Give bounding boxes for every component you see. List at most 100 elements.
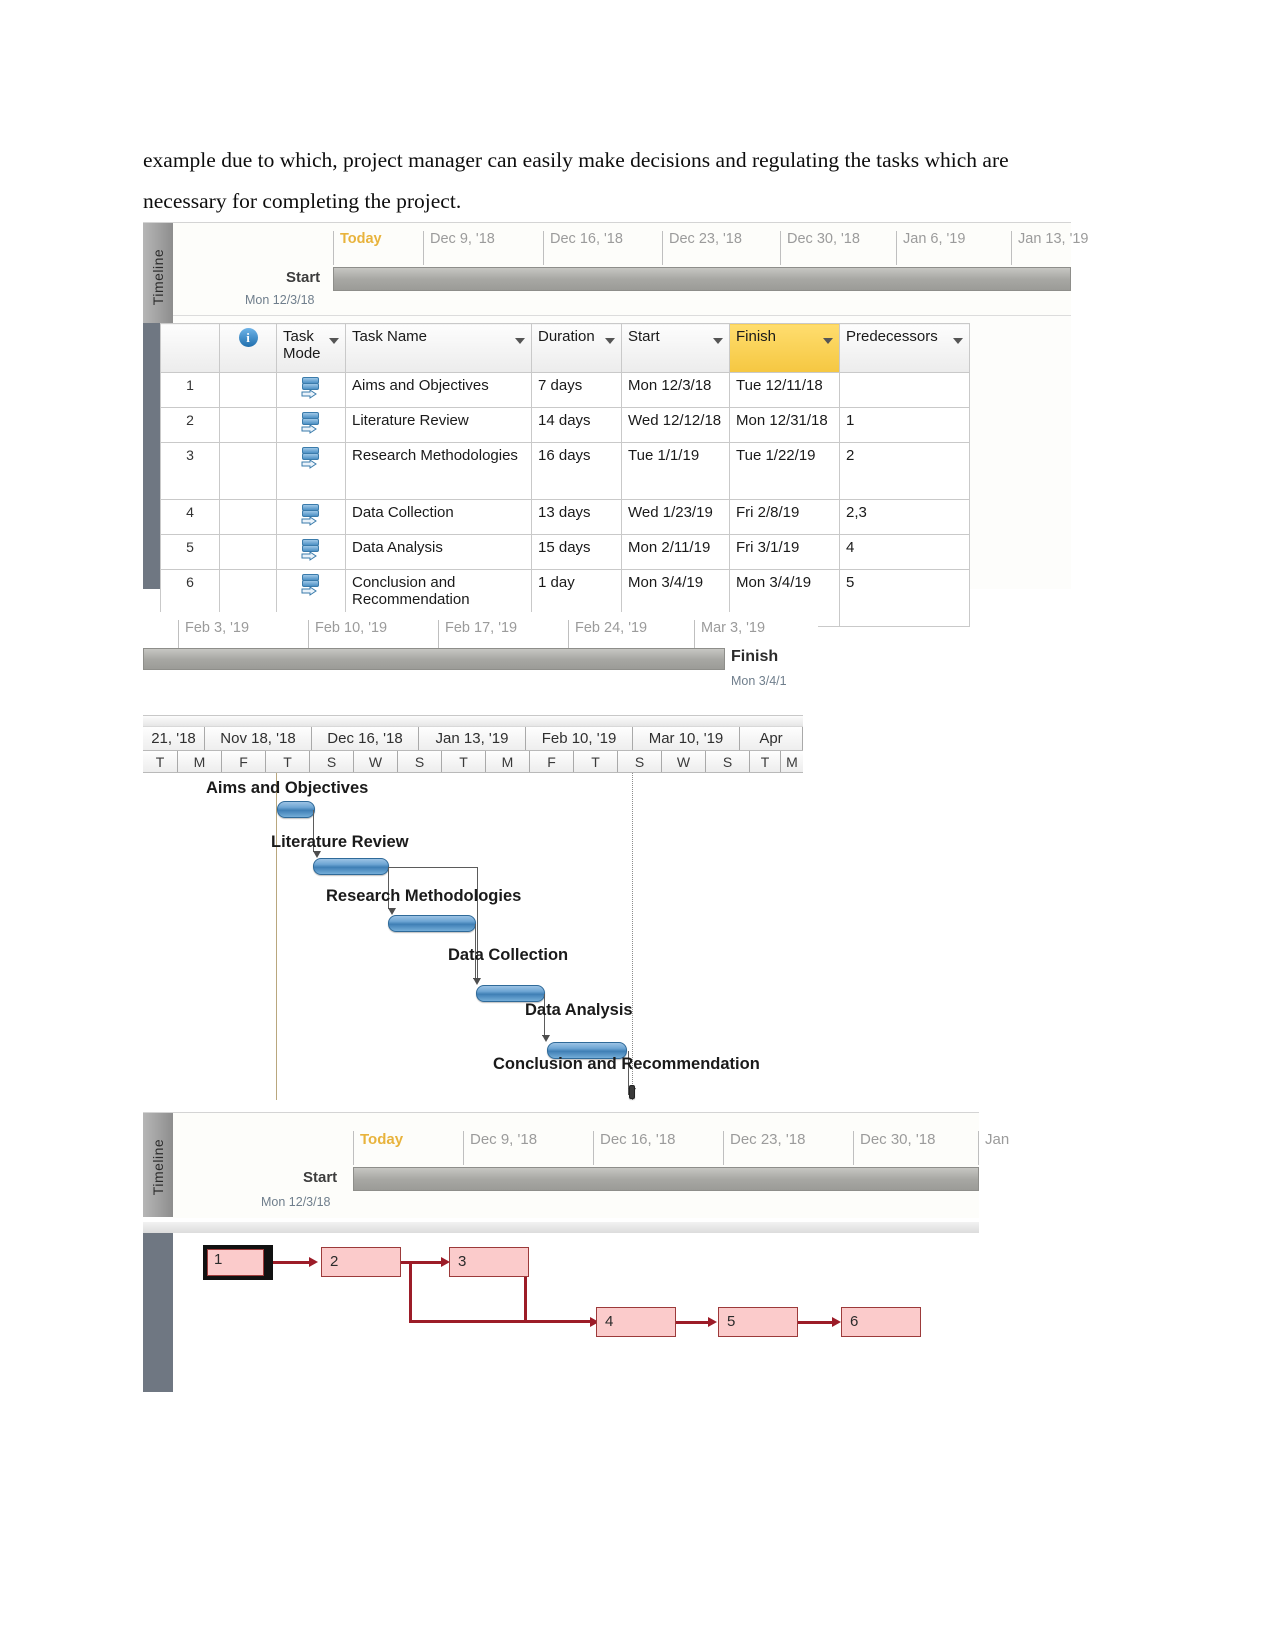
network-diagram-screenshot: 1 2 3 4 5 6: [143, 1222, 979, 1392]
timeline-strip-1: Today Dec 9, '18 Dec 16, '18 Dec 23, '18…: [173, 223, 1089, 316]
finish-cell[interactable]: Fri 2/8/19: [729, 499, 840, 535]
start-header-label: Start: [628, 328, 660, 345]
gantt-bar[interactable]: [313, 858, 389, 875]
task-mode-header[interactable]: Task Mode: [276, 323, 346, 373]
timeline-tick-today: Today: [333, 231, 382, 265]
task-name-cell[interactable]: Aims and Objectives: [345, 372, 532, 408]
network-node[interactable]: 3: [449, 1247, 529, 1277]
timeline-tick: Jan 6, '19: [896, 231, 965, 265]
gantt-bar[interactable]: [277, 801, 315, 818]
duration-header[interactable]: Duration: [531, 323, 622, 373]
start-cell[interactable]: Mon 2/11/19: [621, 534, 730, 570]
gantt-today-line: [276, 773, 277, 1100]
row-id: 4: [160, 499, 220, 535]
table-row[interactable]: 1 Aims and Objectives 7 days Mon 12/3/18…: [160, 372, 970, 408]
task-name-header[interactable]: Task Name: [345, 323, 532, 373]
task-name-cell[interactable]: Research Methodologies: [345, 442, 532, 500]
duration-cell[interactable]: 13 days: [531, 499, 622, 535]
gantt-month-tick: Jan 13, '19: [419, 727, 526, 750]
start-cell[interactable]: Mon 12/3/18: [621, 372, 730, 408]
task-mode-cell[interactable]: [276, 442, 346, 500]
network-node[interactable]: 4: [596, 1307, 676, 1337]
chevron-down-icon[interactable]: [823, 338, 833, 344]
gantt-body: Aims and Objectives Literature Review Re…: [143, 773, 803, 1100]
network-arrow: [708, 1317, 717, 1327]
chevron-down-icon[interactable]: [953, 338, 963, 344]
duration-cell[interactable]: 14 days: [531, 407, 622, 443]
duration-cell[interactable]: 7 days: [531, 372, 622, 408]
row-indicator-cell[interactable]: [219, 372, 277, 408]
timeline-tick: Dec 23, '18: [662, 231, 742, 265]
table-row[interactable]: 2 Literature Review 14 days Wed 12/12/18…: [160, 407, 970, 443]
timeline-tick: Dec 9, '18: [463, 1131, 537, 1165]
gantt-bar[interactable]: [476, 985, 545, 1002]
network-node[interactable]: 5: [718, 1307, 798, 1337]
predecessors-cell[interactable]: 2: [839, 442, 970, 500]
task-mode-cell[interactable]: [276, 372, 346, 408]
timeline-start-label-2: Start: [303, 1169, 338, 1186]
predecessors-cell[interactable]: 5: [839, 569, 970, 627]
task-name-cell[interactable]: Data Collection: [345, 499, 532, 535]
gantt-month-tick: 21, '18: [143, 727, 205, 750]
table-row[interactable]: 3 Research Methodologies 16 days Tue 1/1…: [160, 442, 970, 500]
row-indicator-cell[interactable]: [219, 442, 277, 500]
predecessors-cell[interactable]: [839, 372, 970, 408]
network-arrow: [832, 1317, 841, 1327]
duration-cell[interactable]: 15 days: [531, 534, 622, 570]
start-cell[interactable]: Tue 1/1/19: [621, 442, 730, 500]
predecessors-header[interactable]: Predecessors: [839, 323, 970, 373]
row-indicator-cell[interactable]: [219, 499, 277, 535]
gantt-link-arrow: [473, 978, 481, 985]
predecessors-cell[interactable]: 2,3: [839, 499, 970, 535]
duration-cell[interactable]: 16 days: [531, 442, 622, 500]
gantt-milestone[interactable]: [629, 1085, 635, 1099]
start-header[interactable]: Start: [621, 323, 730, 373]
chevron-down-icon[interactable]: [329, 338, 339, 344]
start-cell[interactable]: Wed 12/12/18: [621, 407, 730, 443]
table-row[interactable]: 5 Data Analysis 15 days Mon 2/11/19 Fri …: [160, 534, 970, 570]
network-node[interactable]: 6: [841, 1307, 921, 1337]
gantt-day-tick: S: [618, 751, 662, 772]
finish-cell[interactable]: Fri 3/1/19: [729, 534, 840, 570]
timeline-bar-1: [333, 267, 1071, 291]
network-node[interactable]: 2: [321, 1247, 401, 1277]
gantt-month-tick: Dec 16, '18: [312, 727, 419, 750]
timeline-bar-2: [143, 648, 725, 670]
gantt-link-arrow: [313, 851, 321, 858]
chevron-down-icon[interactable]: [515, 338, 525, 344]
gantt-day-header: T M F T S W S T M F T S W S T M: [143, 751, 803, 773]
predecessors-cell[interactable]: 4: [839, 534, 970, 570]
row-id: 1: [160, 372, 220, 408]
gantt-day-tick: T: [266, 751, 310, 772]
predecessors-cell[interactable]: 1: [839, 407, 970, 443]
finish-cell[interactable]: Tue 12/11/18: [729, 372, 840, 408]
finish-cell[interactable]: Mon 12/31/18: [729, 407, 840, 443]
gantt-day-tick: S: [310, 751, 354, 772]
task-name-cell[interactable]: Data Analysis: [345, 534, 532, 570]
finish-cell[interactable]: Tue 1/22/19: [729, 442, 840, 500]
auto-schedule-icon: [301, 447, 321, 469]
gantt-link-arrow: [388, 908, 396, 915]
row-indicator-cell[interactable]: [219, 407, 277, 443]
auto-schedule-icon: [301, 412, 321, 434]
task-mode-cell[interactable]: [276, 534, 346, 570]
chevron-down-icon[interactable]: [605, 338, 615, 344]
gantt-day-tick: F: [530, 751, 574, 772]
task-mode-cell[interactable]: [276, 407, 346, 443]
network-node[interactable]: 1: [203, 1245, 273, 1280]
gantt-bar[interactable]: [388, 915, 476, 932]
gantt-day-tick: T: [442, 751, 486, 772]
gantt-link-arrow: [542, 1035, 550, 1042]
gantt-day-tick: M: [786, 753, 798, 770]
row-indicator-cell[interactable]: [219, 534, 277, 570]
info-column-header[interactable]: i: [219, 323, 277, 373]
task-table: i Task Mode Task Name Duration Start Fin…: [160, 323, 970, 627]
finish-header[interactable]: Finish: [729, 323, 840, 373]
chevron-down-icon[interactable]: [713, 338, 723, 344]
task-name-cell[interactable]: Literature Review: [345, 407, 532, 443]
timeline-start-label: Start: [286, 269, 321, 286]
timeline-strip-3: Today Dec 9, '18 Dec 16, '18 Dec 23, '18…: [173, 1113, 1009, 1218]
start-cell[interactable]: Wed 1/23/19: [621, 499, 730, 535]
table-row[interactable]: 4 Data Collection 13 days Wed 1/23/19 Fr…: [160, 499, 970, 535]
task-mode-cell[interactable]: [276, 499, 346, 535]
